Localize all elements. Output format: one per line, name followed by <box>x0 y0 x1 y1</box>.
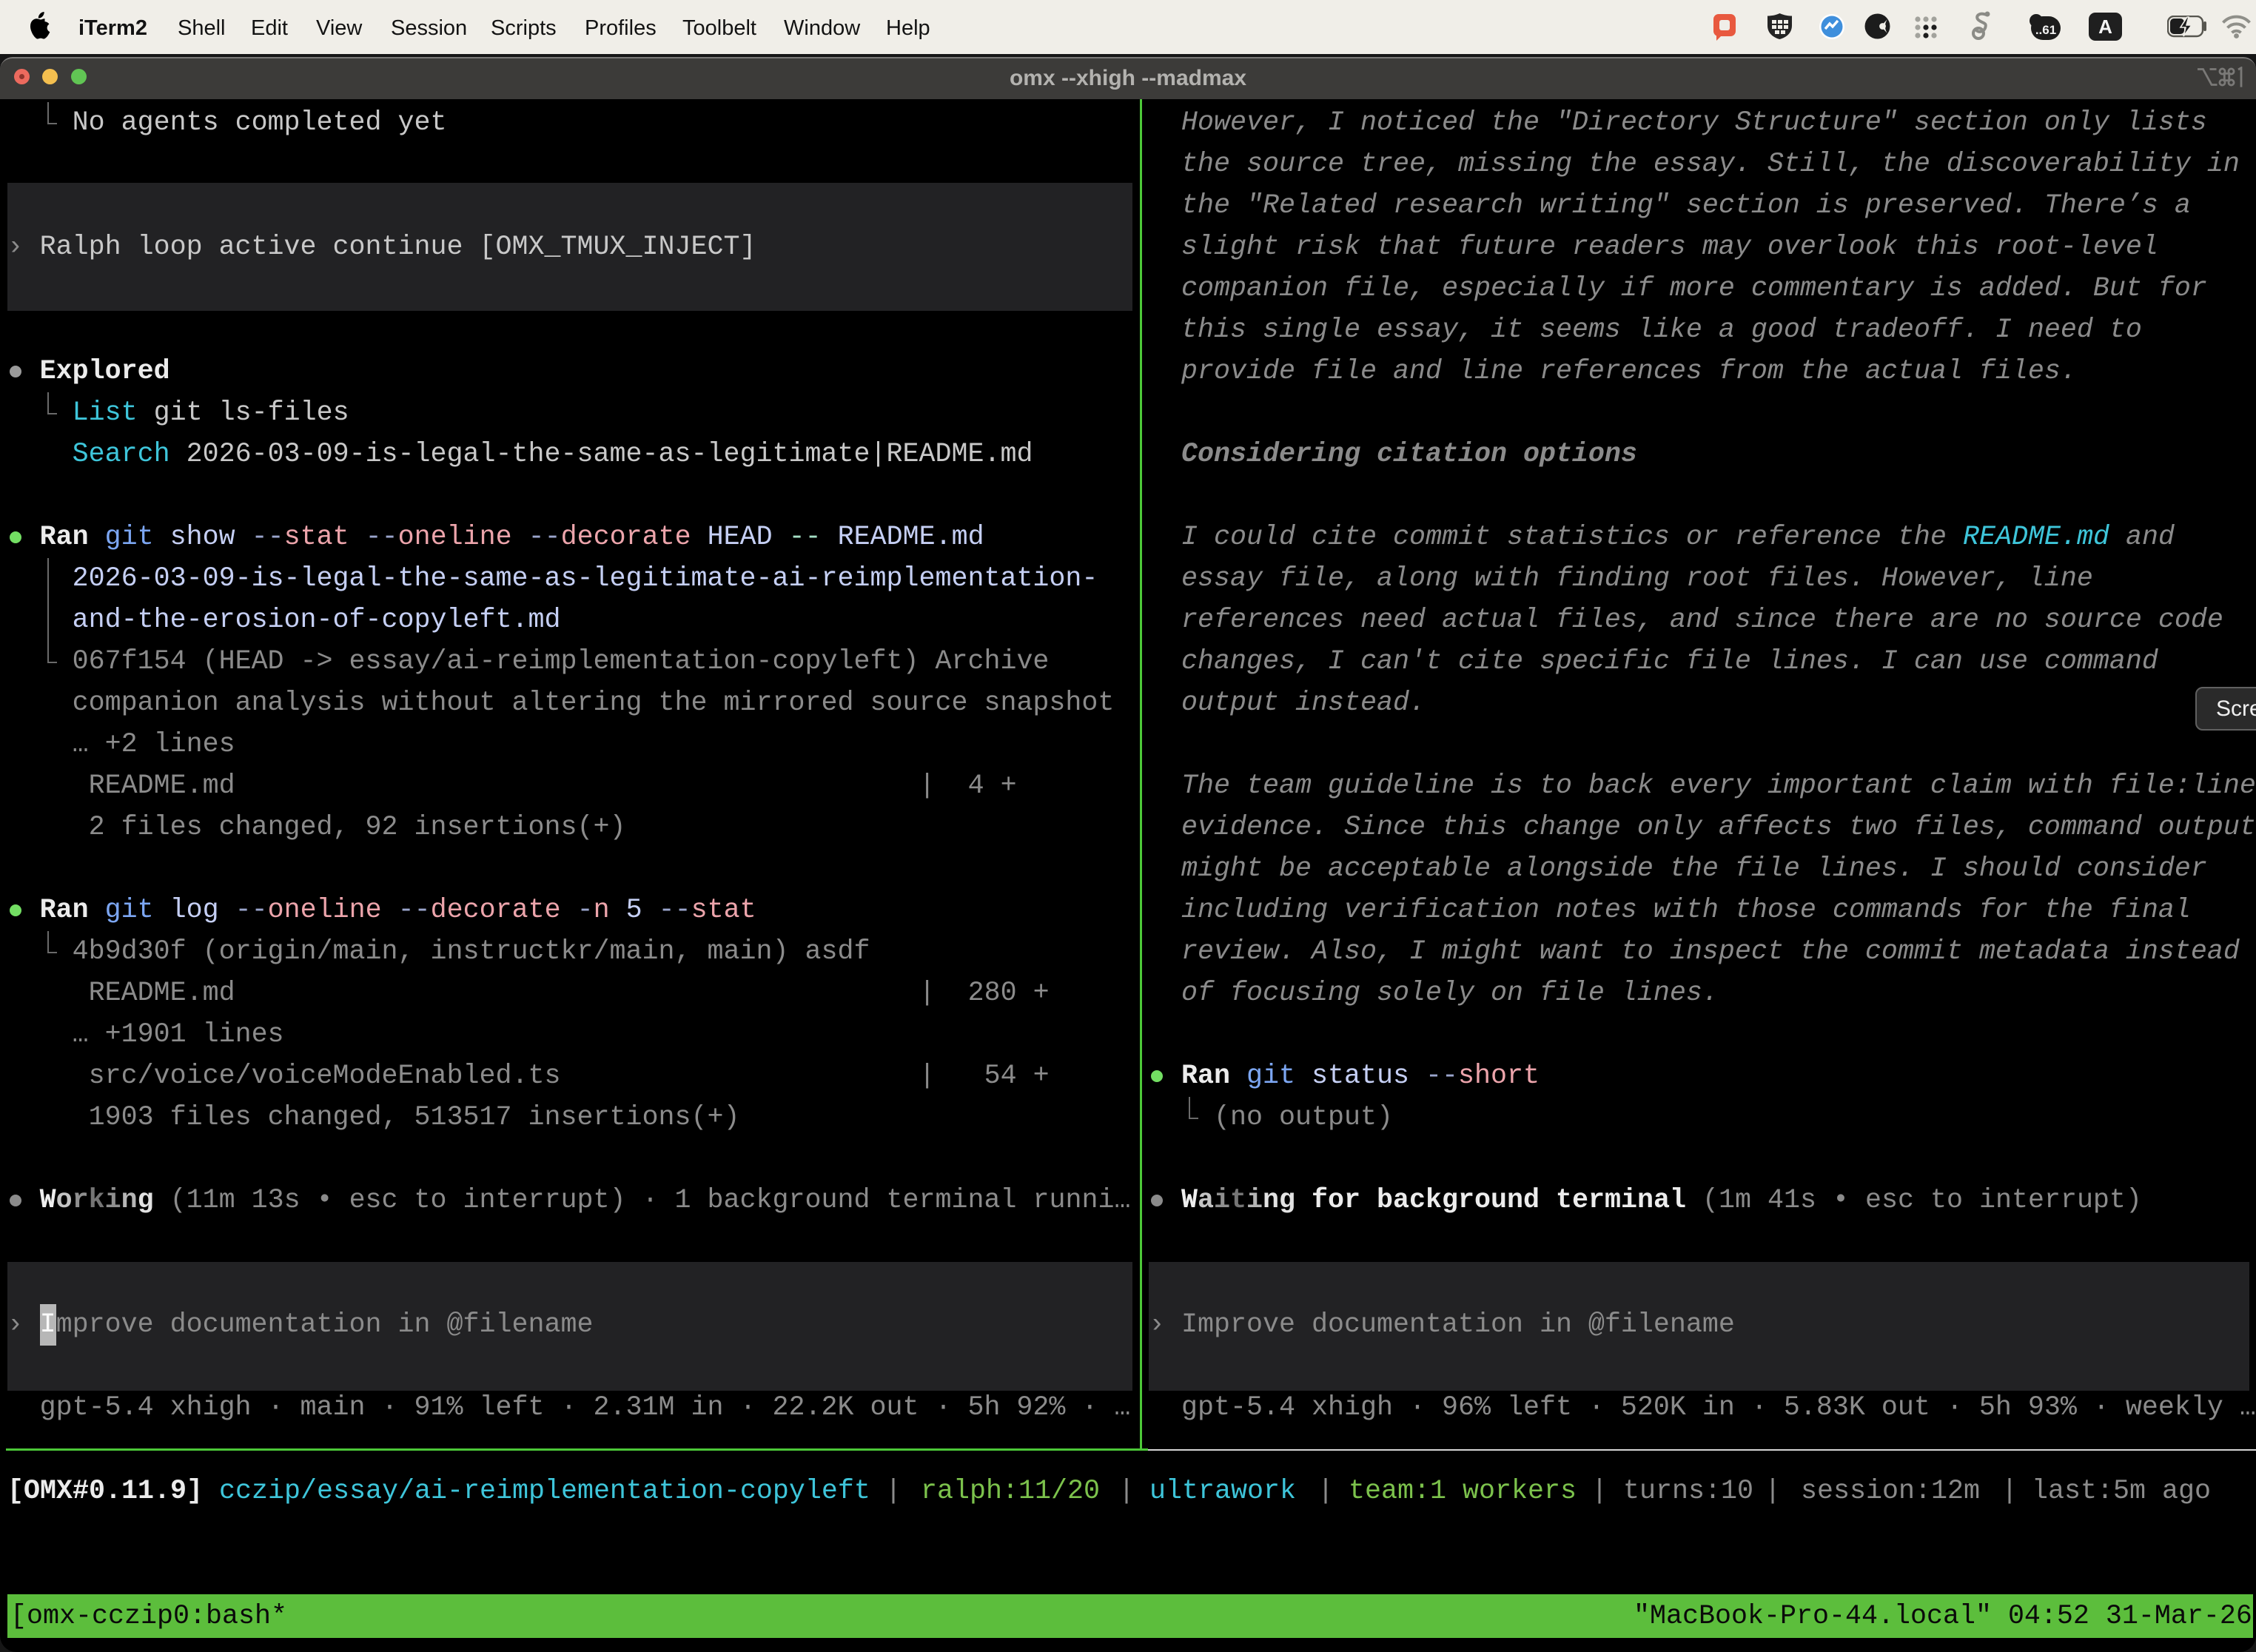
svg-text:..61: ..61 <box>2035 23 2056 37</box>
